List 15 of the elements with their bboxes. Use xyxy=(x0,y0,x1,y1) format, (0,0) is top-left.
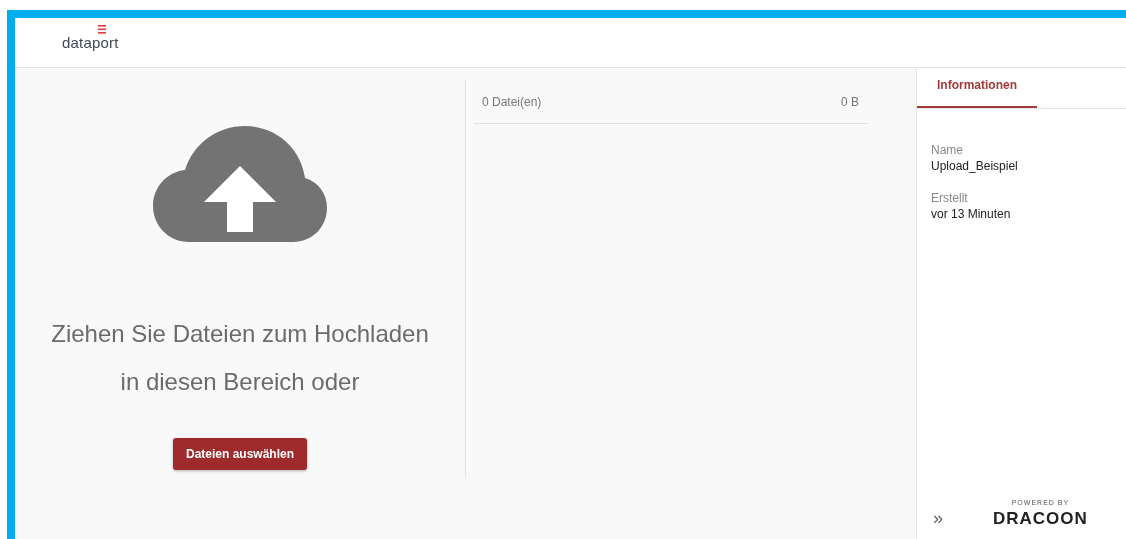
field-value: Upload_Beispiel xyxy=(931,159,1019,173)
stripes-icon xyxy=(98,25,106,34)
field-label: Name xyxy=(931,143,964,157)
info-tab[interactable]: Informationen xyxy=(917,68,1037,108)
logo: dataport xyxy=(62,34,119,51)
field-label: Erstellt xyxy=(931,191,969,205)
upload-prompt: Ziehen Sie Dateien zum Hochladen xyxy=(51,319,429,349)
file-count: 0 Datei(en) xyxy=(482,95,542,109)
field-value: vor 13 Minuten xyxy=(931,207,1012,221)
expand-button[interactable]: » xyxy=(933,508,943,529)
select-files-button[interactable]: Dateien auswählen xyxy=(172,438,307,470)
brand-logo: DRACOON xyxy=(993,509,1088,529)
upload-prompt: in diesen Bereich oder xyxy=(120,367,360,397)
cloud-upload-icon xyxy=(153,126,327,242)
total-size: 0 B xyxy=(841,95,859,109)
